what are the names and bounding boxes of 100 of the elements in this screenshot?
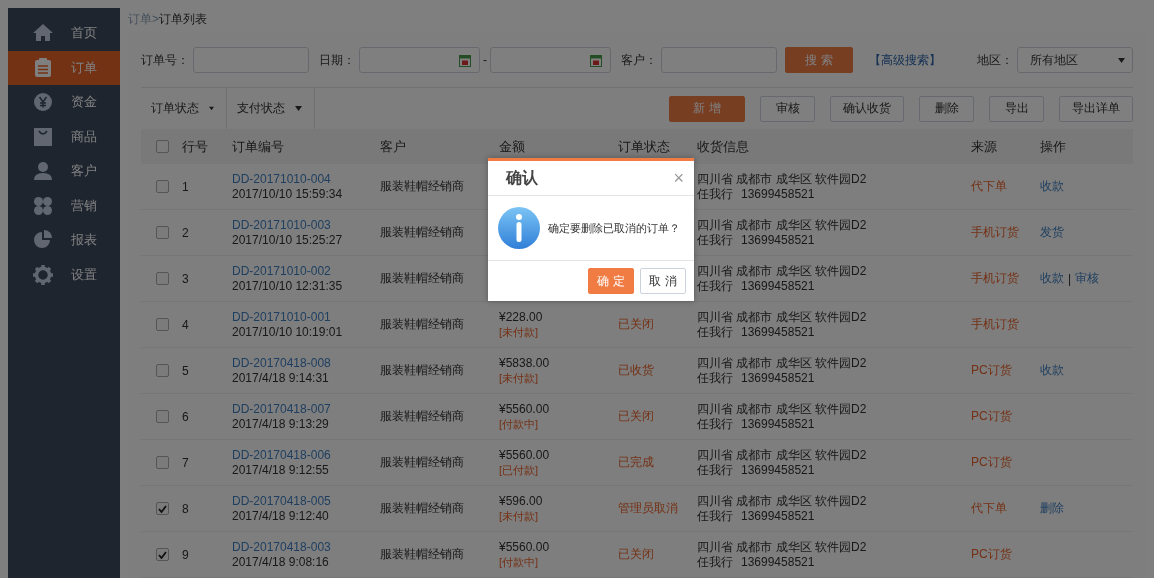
sidebar-item[interactable]: 设置 <box>8 257 120 292</box>
field-label: 客户： <box>621 51 657 69</box>
checkbox[interactable] <box>156 364 169 377</box>
phone-number: 13699458521 <box>741 278 815 294</box>
phone-number: 13699458521 <box>741 554 815 570</box>
checkbox[interactable] <box>156 410 169 423</box>
order-link[interactable]: DD-20171010-002 <box>232 263 331 279</box>
dialog-button[interactable]: 确 定 <box>588 268 634 294</box>
order-link[interactable]: DD-20170418-003 <box>232 539 331 555</box>
settings-icon <box>33 264 53 285</box>
pie-chart-icon <box>33 230 53 251</box>
order-link[interactable]: DD-20171010-001 <box>232 309 331 325</box>
row-number: 4 <box>182 317 189 332</box>
order-number-field[interactable] <box>193 47 309 73</box>
person-icon <box>33 161 53 182</box>
amount-text: ¥5838.00 <box>499 355 550 371</box>
phone-number: 13699458521 <box>741 508 815 524</box>
customer-field[interactable] <box>661 47 777 73</box>
order-link[interactable]: DD-20171010-003 <box>232 217 331 233</box>
sidebar-item[interactable]: 客户 <box>8 154 120 189</box>
checkbox[interactable] <box>156 548 169 561</box>
row-number: 5 <box>182 363 189 378</box>
advanced-search-link[interactable]: 【高级搜索】 <box>869 51 941 69</box>
order-time: 2017/4/18 9:08:16 <box>232 554 329 570</box>
contact-name: 任我行 <box>697 324 733 340</box>
order-status: 已关闭 <box>618 408 654 425</box>
action-link[interactable]: 审核 <box>1075 270 1100 287</box>
order-status: 已关闭 <box>618 546 654 563</box>
order-time: 2017/4/18 9:12:55 <box>232 462 329 478</box>
customer-text: 服装鞋帽经销商 <box>380 408 464 425</box>
order-link[interactable]: DD-20171010-004 <box>232 171 331 187</box>
address-text: 四川省 成都市 成华区 软件园D2 <box>697 355 867 371</box>
toolbar-button[interactable]: 审核 <box>760 95 815 122</box>
contact-name: 任我行 <box>697 370 733 386</box>
contact-name: 任我行 <box>697 416 733 432</box>
sidebar-item[interactable]: 报表 <box>8 223 120 258</box>
column-header: 来源 <box>971 137 997 156</box>
action-link[interactable]: 删除 <box>1040 500 1064 517</box>
checkbox[interactable] <box>156 502 169 515</box>
payment-status: [已付款] <box>499 462 539 478</box>
caret-icon <box>1118 57 1125 63</box>
address-text: 四川省 成都市 成华区 软件园D2 <box>697 539 867 555</box>
checkbox[interactable] <box>156 272 169 285</box>
payment-status: [未付款] <box>499 508 539 524</box>
checkbox[interactable] <box>156 456 169 469</box>
checkbox[interactable] <box>156 140 169 153</box>
amount-text: ¥5560.00 <box>499 447 550 463</box>
action-link[interactable]: 收款 <box>1040 178 1064 195</box>
customer-text: 服装鞋帽经销商 <box>380 270 464 287</box>
check-icon <box>158 504 167 513</box>
date-field[interactable] <box>490 47 611 73</box>
sidebar-item[interactable]: 商品 <box>8 119 120 154</box>
calendar-icon <box>590 53 602 67</box>
region-select[interactable]: 所有地区 <box>1017 47 1133 73</box>
row-number: 6 <box>182 409 189 424</box>
payment-status: [付款中] <box>499 554 539 570</box>
date-field[interactable] <box>359 47 480 73</box>
sidebar-item[interactable]: 营销 <box>8 188 120 223</box>
checkbox[interactable] <box>156 180 169 193</box>
column-header: 操作 <box>1040 137 1066 156</box>
toolbar-button[interactable]: 导出详单 <box>1059 95 1133 122</box>
action-link[interactable]: 收款 <box>1040 270 1064 287</box>
order-status: 管理员取消 <box>618 500 678 517</box>
close-button[interactable]: × <box>673 169 684 187</box>
address-text: 四川省 成都市 成华区 软件园D2 <box>697 217 867 233</box>
column-header: 订单编号 <box>232 137 284 156</box>
order-link[interactable]: DD-20170418-007 <box>232 401 331 417</box>
phone-number: 13699458521 <box>741 324 815 340</box>
order-status: 已关闭 <box>618 316 654 333</box>
row-number: 8 <box>182 501 189 516</box>
contact-name: 任我行 <box>697 232 733 248</box>
address-text: 四川省 成都市 成华区 软件园D2 <box>697 263 867 279</box>
toolbar-button[interactable]: 删除 <box>919 95 974 122</box>
row-number: 3 <box>182 271 189 286</box>
toolbar-button[interactable]: 确认收货 <box>830 95 904 122</box>
order-link[interactable]: DD-20170418-006 <box>232 447 331 463</box>
customer-text: 服装鞋帽经销商 <box>380 546 464 563</box>
date-separator: - <box>483 53 487 67</box>
checkbox[interactable] <box>156 226 169 239</box>
order-link[interactable]: DD-20170418-008 <box>232 355 331 371</box>
dialog-button[interactable]: 取 消 <box>640 268 686 294</box>
sidebar-item[interactable]: 订单 <box>8 50 120 85</box>
row-number: 7 <box>182 455 189 470</box>
action-link[interactable]: 发货 <box>1040 224 1064 241</box>
contact-name: 任我行 <box>697 278 733 294</box>
sidebar-item[interactable]: 首页 <box>8 16 120 51</box>
address-text: 四川省 成都市 成华区 软件园D2 <box>697 171 867 187</box>
source-text: PC订货 <box>971 408 1012 425</box>
checkbox[interactable] <box>156 318 169 331</box>
breadcrumb-separator: > <box>152 12 159 26</box>
toolbar-button[interactable]: 新 增 <box>669 95 745 122</box>
sidebar-item[interactable]: 资金 <box>8 85 120 120</box>
order-status: 已完成 <box>618 454 654 471</box>
order-link[interactable]: DD-20170418-005 <box>232 493 331 509</box>
search-button[interactable]: 搜 索 <box>785 47 853 73</box>
field-label: 订单号： <box>141 51 189 69</box>
customer-text: 服装鞋帽经销商 <box>380 500 464 517</box>
toolbar-button[interactable]: 导出 <box>989 95 1044 122</box>
action-link[interactable]: 收款 <box>1040 362 1064 379</box>
customer-text: 服装鞋帽经销商 <box>380 454 464 471</box>
